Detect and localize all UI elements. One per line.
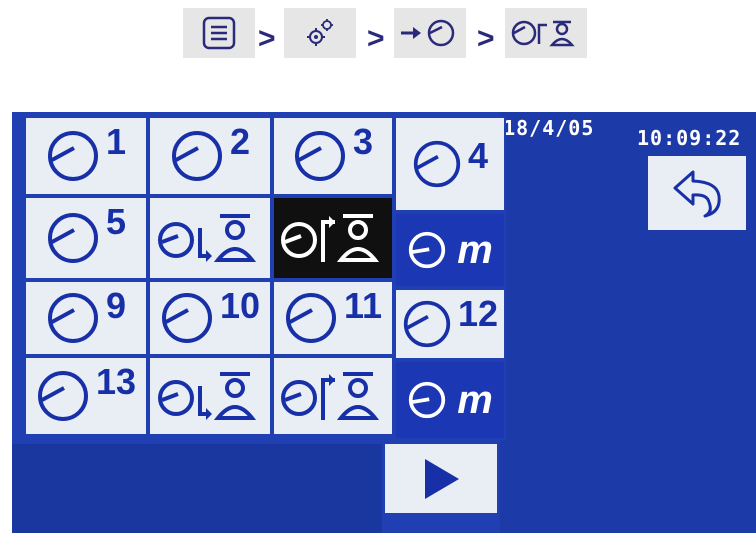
timer-person-icon [511,20,575,47]
timer-icon [413,140,461,188]
manual-label: m [457,227,493,272]
next-page-button[interactable] [385,444,497,513]
breadcrumb-step-timer-person[interactable] [505,8,587,58]
timer-button-9[interactable]: 9 [24,280,148,356]
timer-person-icon [158,214,257,262]
back-button[interactable] [648,156,746,230]
timer-icon [171,131,222,181]
timer-number: 5 [105,201,127,242]
timer-person-icon [281,372,380,420]
play-triangle-icon [425,458,459,499]
settings-gears-icon [307,19,333,46]
manual-timer-button-1[interactable]: m [394,212,506,288]
timer-button-13[interactable]: 13 [24,356,148,436]
return-arrow-icon [673,170,721,218]
menu-list-icon [202,16,236,50]
timer-button-4[interactable]: 4 [394,116,506,212]
breadcrumb-separator: > [258,22,276,55]
timer-button-11[interactable]: 11 [272,280,394,356]
timer-number: 13 [95,361,137,402]
timer-person-button-3[interactable] [272,356,394,436]
timer-button-2[interactable]: 2 [148,116,272,196]
timer-icon [285,293,336,343]
timer-button-5[interactable]: 5 [24,196,148,280]
device-screen: 2018/4/05 10:09:22 1 2 3 4 5 m 9 10 11 1… [12,112,756,533]
timer-person-button-1[interactable] [148,196,272,280]
breadcrumb-step-menu[interactable] [183,8,255,58]
arrow-to-timer-icon [401,19,455,47]
manual-timer-button-2[interactable]: m [394,360,506,440]
timer-number: 4 [467,135,489,176]
timer-number: 11 [343,285,383,326]
timer-number: 3 [352,121,374,162]
timer-icon [37,371,88,421]
timer-person-icon [281,214,380,262]
time-display: 10:09:22 [637,126,742,150]
timer-person-button-selected[interactable] [272,196,394,280]
timer-person-icon [158,372,257,420]
timer-number: 12 [457,293,499,334]
breadcrumb-separator: > [477,22,495,55]
timer-icon [409,231,446,269]
timer-button-3[interactable]: 3 [272,116,394,196]
timer-icon [47,213,98,263]
timer-button-12[interactable]: 12 [394,288,506,360]
breadcrumb-separator: > [367,22,385,55]
timer-icon [294,131,345,181]
timer-icon [403,300,451,348]
timer-icon [47,131,98,181]
breadcrumb-step-arrow-timer[interactable] [394,8,466,58]
timer-icon [161,293,212,343]
breadcrumb-step-settings[interactable] [284,8,356,58]
timer-button-10[interactable]: 10 [148,280,272,356]
timer-number: 1 [105,121,127,162]
manual-label: m [457,377,493,422]
timer-icon [47,293,98,343]
timer-button-1[interactable]: 1 [24,116,148,196]
timer-icon [409,381,446,419]
timer-number: 2 [229,121,251,162]
timer-person-button-2[interactable] [148,356,272,436]
screen-shade [12,444,382,533]
timer-number: 10 [219,285,261,326]
timer-number: 9 [105,285,127,326]
